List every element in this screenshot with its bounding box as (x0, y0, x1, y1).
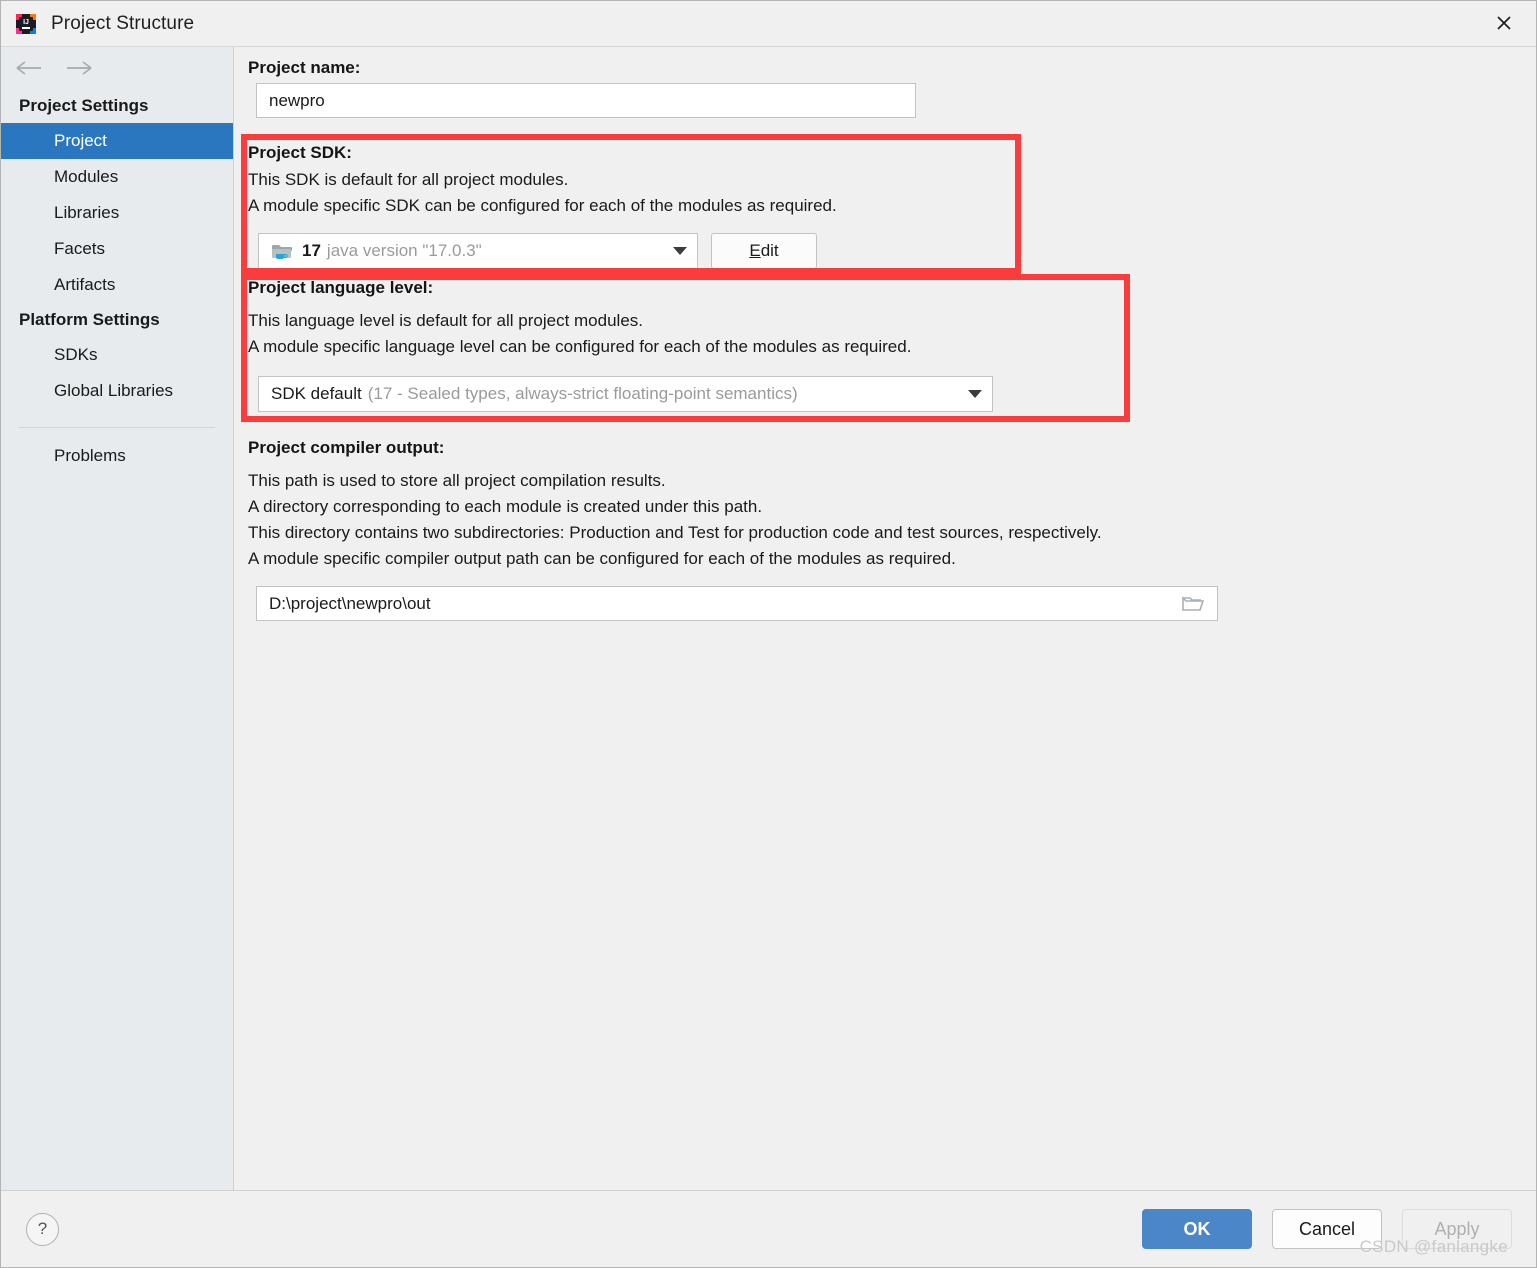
project-name-label: Project name: (248, 58, 361, 77)
sidebar-item-project[interactable]: Project (1, 123, 233, 159)
dialog-action-buttons: OK Cancel Apply (1142, 1209, 1512, 1249)
chevron-down-icon[interactable] (968, 390, 982, 398)
window-title: Project Structure (51, 12, 195, 34)
folder-browse-icon[interactable] (1181, 594, 1205, 614)
project-name-input[interactable]: newpro (256, 83, 916, 118)
compiler-output-path-field[interactable]: D:\project\newpro\out (256, 586, 1218, 621)
dialog-footer: ? OK Cancel Apply CSDN @fanlangke (1, 1190, 1536, 1267)
project-settings-panel: Project name: newpro Project SDK: This S… (234, 47, 1536, 1190)
project-language-level-label: Project language level: (248, 278, 434, 297)
close-icon[interactable] (1472, 1, 1536, 45)
edit-button-label-rest: dit (760, 241, 779, 260)
language-level-value: SDK default (271, 384, 362, 403)
question-mark-icon[interactable]: ? (26, 1212, 59, 1246)
project-structure-dialog: IJ Project Structure Project Settings Pr… (0, 0, 1537, 1268)
project-sdk-label: Project SDK: (248, 143, 352, 162)
project-language-level-combobox[interactable]: SDK default (17 - Sealed types, always-s… (258, 376, 993, 412)
project-sdk-version: 17 (302, 241, 321, 260)
sidebar-item-problems[interactable]: Problems (1, 438, 233, 474)
navigation-arrows (1, 47, 233, 89)
arrow-right-icon[interactable] (65, 59, 93, 77)
arrow-left-icon[interactable] (15, 59, 43, 77)
sidebar-divider (19, 427, 215, 428)
edit-sdk-button[interactable]: Edit (711, 233, 817, 269)
project-sdk-description: java version "17.0.3" (326, 241, 482, 260)
intellij-idea-logo-icon: IJ (15, 13, 37, 35)
sidebar-item-modules[interactable]: Modules (1, 159, 233, 195)
project-compiler-output-label: Project compiler output: (248, 438, 445, 457)
title-bar: IJ Project Structure (1, 1, 1536, 47)
sidebar-item-global-libraries[interactable]: Global Libraries (1, 373, 233, 409)
ok-button[interactable]: OK (1142, 1209, 1252, 1249)
edit-button-mnemonic: E (749, 241, 761, 260)
cancel-button[interactable]: Cancel (1272, 1209, 1382, 1249)
language-level-desc-line-2: A module specific language level can be … (248, 337, 912, 356)
project-sdk-desc-line-2: A module specific SDK can be configured … (248, 196, 837, 215)
sidebar-item-sdks[interactable]: SDKs (1, 337, 233, 373)
compiler-output-path-value: D:\project\newpro\out (269, 593, 431, 613)
compiler-output-desc-line-2: A directory corresponding to each module… (248, 497, 763, 516)
compiler-output-desc-line-3: This directory contains two subdirectori… (248, 523, 1102, 542)
project-sdk-combobox[interactable]: 17 java version "17.0.3" (258, 233, 698, 269)
sidebar-group-header-platform-settings: Platform Settings (19, 310, 160, 329)
apply-button: Apply (1402, 1209, 1512, 1249)
compiler-output-desc-line-4: A module specific compiler output path c… (248, 549, 956, 568)
sidebar-item-artifacts[interactable]: Artifacts (1, 267, 233, 303)
chevron-down-icon[interactable] (673, 247, 687, 255)
sidebar-item-facets[interactable]: Facets (1, 231, 233, 267)
compiler-output-desc-line-1: This path is used to store all project c… (248, 471, 666, 490)
java-sdk-folder-icon (271, 241, 293, 261)
language-level-desc-line-1: This language level is default for all p… (248, 311, 643, 330)
language-level-detail: (17 - Sealed types, always-strict floati… (367, 384, 798, 403)
dialog-body: Project Settings Project Modules Librari… (1, 47, 1536, 1190)
sidebar-group-header-project-settings: Project Settings (19, 96, 149, 115)
project-sdk-desc-line-1: This SDK is default for all project modu… (248, 170, 569, 189)
svg-text:IJ: IJ (23, 19, 29, 26)
sidebar-item-libraries[interactable]: Libraries (1, 195, 233, 231)
settings-sidebar: Project Settings Project Modules Librari… (1, 47, 234, 1190)
